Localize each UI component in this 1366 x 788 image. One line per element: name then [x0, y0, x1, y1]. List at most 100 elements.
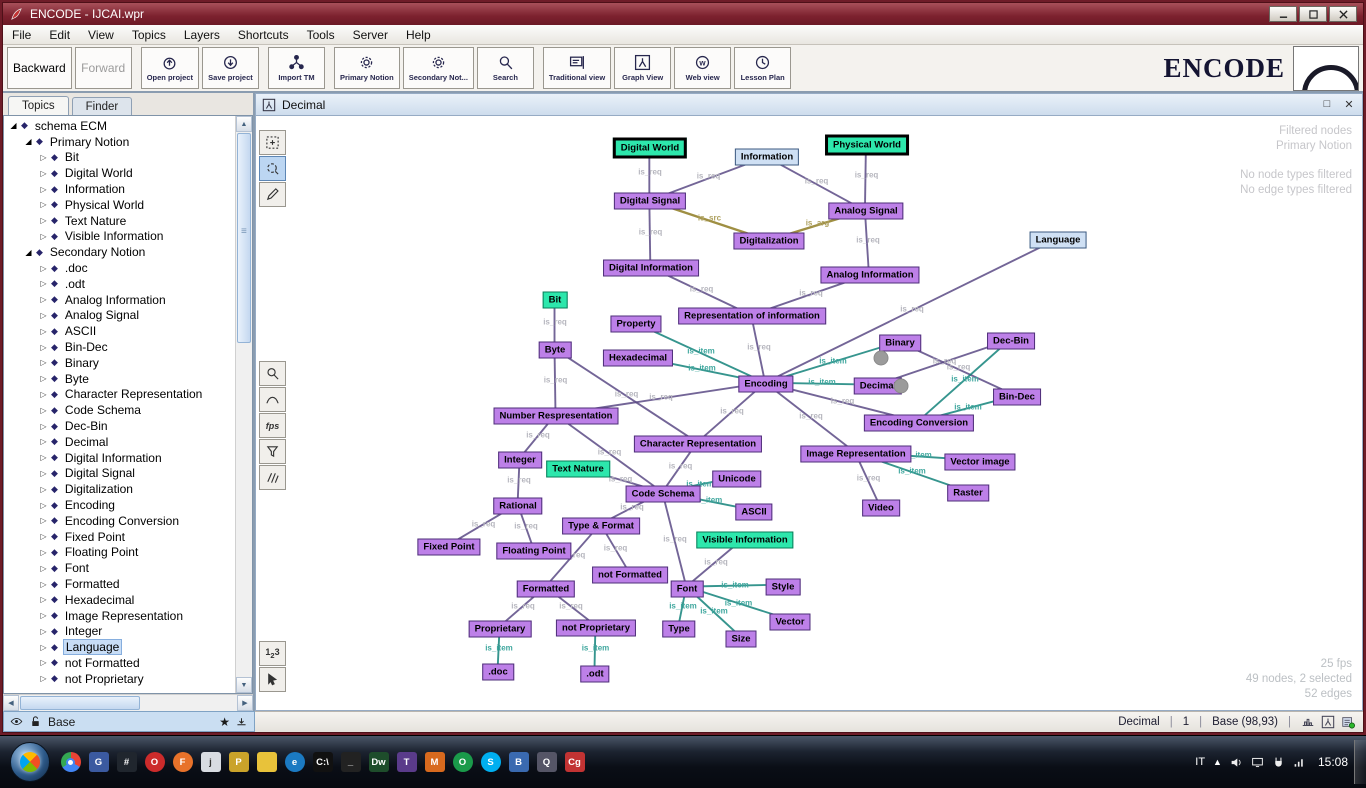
backward-button[interactable]: Backward [7, 47, 72, 89]
expand-icon[interactable]: ▷ [38, 437, 49, 446]
graph-node-encoding[interactable]: Encoding [738, 376, 793, 393]
collapse-icon[interactable]: ◢ [23, 137, 34, 146]
graph-node-language[interactable]: Language [1030, 232, 1087, 249]
graph-node-ascii[interactable]: ASCII [735, 504, 772, 521]
folder-explorer-icon[interactable] [254, 747, 279, 777]
graph-node-fixed-point[interactable]: Fixed Point [417, 539, 480, 556]
expand-icon[interactable]: ▷ [38, 548, 49, 557]
graph-node-visible-information[interactable]: Visible Information [696, 532, 793, 549]
tree-item-integer[interactable]: ▷◆Integer [4, 624, 235, 640]
search-button[interactable]: Search [477, 47, 534, 89]
graph-node-unicode[interactable]: Unicode [712, 471, 761, 488]
tree-item-character-representation[interactable]: ▷◆Character Representation [4, 387, 235, 403]
graph-node-bit[interactable]: Bit [543, 292, 568, 309]
graph-node-digitalization[interactable]: Digitalization [733, 233, 804, 250]
expand-icon[interactable]: ▷ [38, 485, 49, 494]
tree-vertical-scrollbar[interactable]: ▲ ▼ [235, 116, 252, 693]
menu-help[interactable]: Help [397, 26, 440, 44]
numbers-tool[interactable]: 123 [259, 641, 286, 666]
tree-item-visible-information[interactable]: ▷◆Visible Information [4, 229, 235, 245]
filter-tool[interactable] [259, 439, 286, 464]
jedit-icon[interactable]: j [198, 747, 223, 777]
layer-bar[interactable]: Base ★ [3, 711, 255, 732]
expand-icon[interactable]: ▷ [38, 564, 49, 573]
tree-item-formatted[interactable]: ▷◆Formatted [4, 576, 235, 592]
graph-node-representation-of-information[interactable]: Representation of information [678, 308, 826, 325]
tree-item-text-nature[interactable]: ▷◆Text Nature [4, 213, 235, 229]
graph-node-character-representation[interactable]: Character Representation [634, 436, 762, 453]
tree-item-physical-world[interactable]: ▷◆Physical World [4, 197, 235, 213]
menu-file[interactable]: File [3, 26, 40, 44]
tree-item-primary-notion[interactable]: ◢◆Primary Notion [4, 134, 235, 150]
graph-node-floating-point[interactable]: Floating Point [496, 543, 571, 560]
graph-node--odt[interactable]: .odt [580, 666, 609, 683]
tree-item-binary[interactable]: ▷◆Binary [4, 355, 235, 371]
tree-item-digital-world[interactable]: ▷◆Digital World [4, 165, 235, 181]
expand-icon[interactable]: ▷ [38, 390, 49, 399]
tree-item-floating-point[interactable]: ▷◆Floating Point [4, 545, 235, 561]
presentation-app-icon[interactable]: Cg [562, 747, 587, 777]
lock-icon[interactable] [29, 715, 42, 728]
language-indicator[interactable]: IT [1195, 756, 1205, 768]
menu-tools[interactable]: Tools [298, 26, 344, 44]
expand-icon[interactable]: ▷ [38, 358, 49, 367]
collapse-icon[interactable]: ◢ [23, 248, 34, 257]
network-status-icon[interactable] [1301, 715, 1315, 729]
expand-icon[interactable]: ▷ [38, 501, 49, 510]
graph-node-font[interactable]: Font [671, 581, 704, 598]
firefox-icon[interactable]: F [170, 747, 195, 777]
fit-view-tool[interactable] [259, 130, 286, 155]
paint-tool-icon[interactable]: P [226, 747, 251, 777]
graph-node-analog-signal[interactable]: Analog Signal [828, 203, 903, 220]
tab-topics[interactable]: Topics [8, 96, 69, 115]
web-view-button[interactable]: wWeb view [674, 47, 731, 89]
tree-item-language[interactable]: ▷◆Language [4, 639, 235, 655]
expand-icon[interactable]: ▷ [38, 643, 49, 652]
selection-handle[interactable] [894, 379, 909, 394]
graph-node-number-respresentation[interactable]: Number Respresentation [494, 408, 619, 425]
expand-icon[interactable]: ▷ [38, 264, 49, 273]
lesson-plan-button[interactable]: Lesson Plan [734, 47, 791, 89]
taskbar-clock[interactable]: 15:08 [1318, 755, 1348, 769]
graph-node-byte[interactable]: Byte [539, 342, 572, 359]
expand-icon[interactable]: ▷ [38, 406, 49, 415]
tree-item-information[interactable]: ▷◆Information [4, 181, 235, 197]
tree-item-not-formatted[interactable]: ▷◆not Formatted [4, 655, 235, 671]
expand-icon[interactable]: ▷ [38, 311, 49, 320]
graph-node-style[interactable]: Style [766, 579, 801, 596]
import-tm-button[interactable]: Import TM [268, 47, 325, 89]
internet-explorer-icon[interactable]: e [282, 747, 307, 777]
expand-icon[interactable]: ▷ [38, 185, 49, 194]
graph-node-binary[interactable]: Binary [879, 335, 921, 352]
tree-item-dec-bin[interactable]: ▷◆Dec-Bin [4, 418, 235, 434]
graph-node-not-formatted[interactable]: not Formatted [592, 567, 668, 584]
code-editor-icon[interactable]: T [394, 747, 419, 777]
tree-horizontal-scrollbar[interactable]: ◀ ▶ [3, 694, 253, 711]
graph-node-vector-image[interactable]: Vector image [944, 454, 1015, 471]
expand-icon[interactable]: ▷ [38, 232, 49, 241]
expand-icon[interactable]: ▷ [38, 153, 49, 162]
tree-item-encoding[interactable]: ▷◆Encoding [4, 497, 235, 513]
tree-item-encoding-conversion[interactable]: ▷◆Encoding Conversion [4, 513, 235, 529]
minimize-button[interactable] [1269, 6, 1297, 22]
graph-node-property[interactable]: Property [610, 316, 661, 333]
expand-icon[interactable]: ▷ [38, 595, 49, 604]
secondary-not-button[interactable]: Secondary Not... [403, 47, 474, 89]
graph-node-proprietary[interactable]: Proprietary [469, 621, 532, 638]
tree-item-ascii[interactable]: ▷◆ASCII [4, 323, 235, 339]
expand-icon[interactable]: ▷ [38, 200, 49, 209]
graph-node-image-representation[interactable]: Image Representation [800, 446, 911, 463]
scroll-thumb[interactable] [237, 133, 251, 343]
expand-icon[interactable]: ▷ [38, 674, 49, 683]
expand-icon[interactable]: ▷ [38, 627, 49, 636]
expand-icon[interactable]: ▷ [38, 216, 49, 225]
graph-node-hexadecimal[interactable]: Hexadecimal [603, 350, 673, 367]
graph-node-rational[interactable]: Rational [493, 498, 542, 515]
tree-item-hexadecimal[interactable]: ▷◆Hexadecimal [4, 592, 235, 608]
expand-icon[interactable]: ▷ [38, 580, 49, 589]
graph-node-dec-bin[interactable]: Dec-Bin [987, 333, 1035, 350]
star-icon[interactable]: ★ [219, 715, 230, 729]
tree-item-schema-ecm[interactable]: ◢◆schema ECM [4, 118, 235, 134]
expand-icon[interactable]: ▷ [38, 453, 49, 462]
graph-node-not-proprietary[interactable]: not Proprietary [556, 620, 636, 637]
